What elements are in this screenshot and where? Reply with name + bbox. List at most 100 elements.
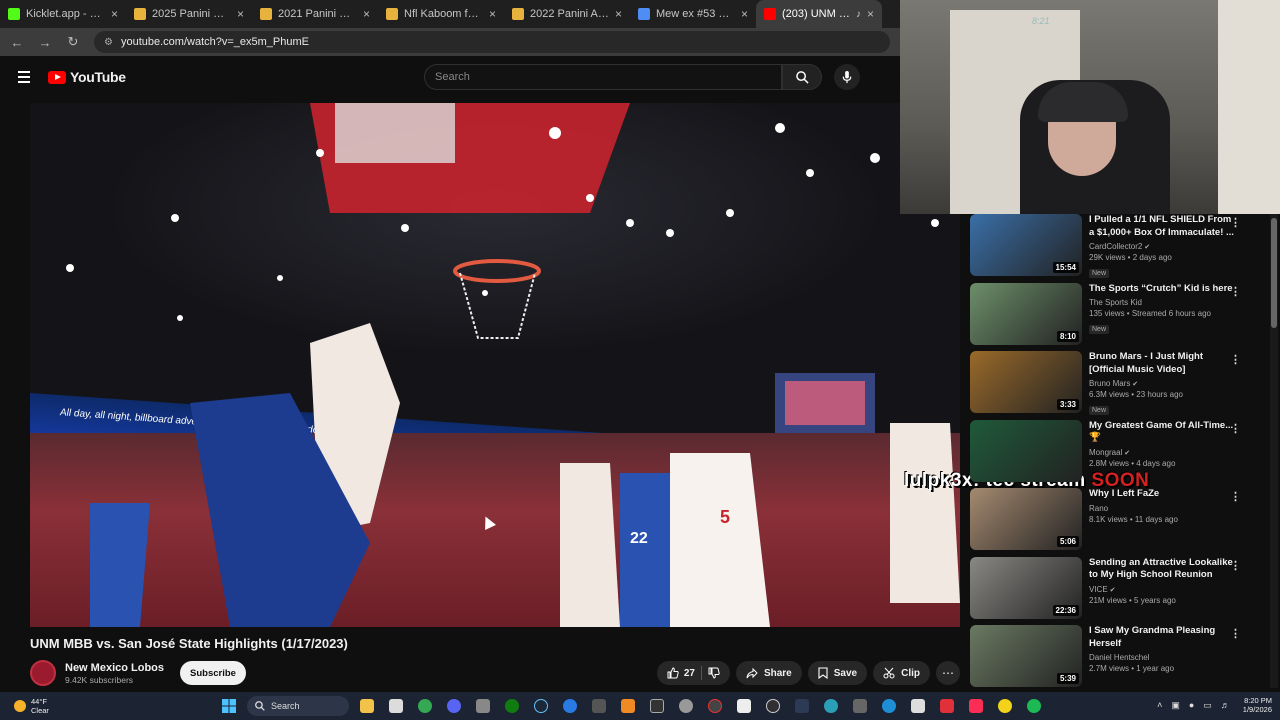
recommendation-thumbnail[interactable]: 3:33 [970,351,1082,413]
browser-tab[interactable]: Mew ex #53 Prices | P × [630,0,756,28]
volume-icon[interactable]: ♬ [1221,700,1230,710]
recommendation-channel-name[interactable]: Daniel Hentschel [1089,653,1149,662]
notes-icon[interactable] [907,696,929,716]
recommendation-item[interactable]: My Greatest Game Of All-Time... 🏆 Mongraa… [970,419,1270,489]
taskbar-clock[interactable]: 8:20 PM 1/9/2026 [1243,696,1272,714]
app-red-icon[interactable] [936,696,958,716]
like-button[interactable]: 27 [667,667,695,679]
recommendation-thumbnail[interactable]: 22:36 [970,556,1082,619]
microphone-tray-icon[interactable]: ● [1189,700,1194,710]
recommendation-thumbnail[interactable]: 15:54 [970,214,1082,276]
file-explorer-icon[interactable] [356,696,378,716]
app-dark-icon[interactable] [646,696,668,716]
channel-name[interactable]: New Mexico Lobos [65,662,164,674]
menu-icon[interactable] [18,71,30,83]
recommendation-channel-name[interactable]: Bruno Mars [1089,379,1130,388]
chrome-icon[interactable] [414,696,436,716]
edge-icon[interactable] [878,696,900,716]
site-info-icon[interactable]: ⚙ [104,37,113,48]
tab-close-icon[interactable]: × [489,7,496,21]
app-icon[interactable] [472,696,494,716]
browser-tab[interactable]: Kicklet.app - Kick Chat × [0,0,126,28]
weather-widget[interactable]: 44°F Clear [14,697,214,715]
app-blue-icon[interactable] [559,696,581,716]
display-icon[interactable]: ▭ [1203,700,1212,711]
search-input[interactable]: Search [424,64,782,90]
recommendation-title[interactable]: Bruno Mars - I Just Might [Official Musi… [1089,351,1239,376]
address-bar[interactable]: ⚙ youtube.com/watch?v=_ex5m_PhumE [94,31,890,53]
tab-close-icon[interactable]: × [615,7,622,21]
recommendation-channel-name[interactable]: CardCollector2 [1089,242,1142,251]
back-icon[interactable]: ← [10,35,24,50]
more-actions-button[interactable]: ⋯ [936,661,960,685]
recommendation-channel-name[interactable]: The Sports Kid [1089,298,1142,307]
browser-tab[interactable]: 2022 Panini Absolute × [504,0,630,28]
recommendation-item[interactable]: 22:36 Sending an Attractive Lookalike to … [970,556,1270,626]
recommendation-channel-name[interactable]: VICE [1089,585,1108,594]
browser-tab[interactable]: 2021 Panini NFL Player × [252,0,378,28]
video-player[interactable]: All day, all night, billboard advertisin… [30,103,960,627]
app-stripes-icon[interactable] [849,696,871,716]
music-icon[interactable] [965,696,987,716]
tab-close-icon[interactable]: × [867,7,874,21]
start-button[interactable] [218,696,240,716]
share-button[interactable]: Share [735,661,802,685]
app-white-icon[interactable] [733,696,755,716]
subscribe-button[interactable]: Subscribe [180,661,246,685]
recommendation-title[interactable]: I Saw My Grandma Pleasing Herself [1089,625,1239,650]
app-orange-icon[interactable] [617,696,639,716]
recommendation-title[interactable]: My Greatest Game Of All-Time... 🏆 [1089,420,1239,445]
recommendation-thumbnail[interactable] [970,419,1082,482]
sidebar-scrollbar[interactable] [1270,214,1278,688]
youtube-logo[interactable]: YouTube [48,69,126,85]
app-grid-icon[interactable] [588,696,610,716]
chevron-up-icon[interactable]: ˄ [1157,700,1162,710]
tab-close-icon[interactable]: × [741,7,748,21]
more-options-icon[interactable]: ⋮ [1230,490,1241,503]
tab-close-icon[interactable]: × [237,7,244,21]
tab-close-icon[interactable]: × [111,7,118,21]
more-options-icon[interactable]: ⋮ [1230,285,1241,298]
xbox-icon[interactable] [501,696,523,716]
more-options-icon[interactable]: ⋮ [1230,627,1241,640]
recommendation-thumbnail[interactable]: 5:06 [970,488,1082,550]
recommendation-item[interactable]: 8:10 The Sports “Crutch” Kid is here The S… [970,282,1270,352]
steam-icon[interactable] [530,696,552,716]
voice-search-button[interactable] [834,64,860,90]
network-icon[interactable]: ▣ [1171,700,1180,711]
browser-tab[interactable]: Nfl Kaboom for sale | × [378,0,504,28]
reload-icon[interactable]: ↻ [66,34,80,50]
recommendation-title[interactable]: I Pulled a 1/1 NFL SHIELD From a $1,000+… [1089,214,1239,239]
recommendation-channel-name[interactable]: Mongraal [1089,448,1122,457]
recommendation-item[interactable]: 5:06 Why I Left FaZe Rano 8.1K views • 11 d… [970,488,1270,557]
more-options-icon[interactable]: ⋮ [1230,422,1241,435]
recommendation-title[interactable]: Why I Left FaZe [1089,488,1239,501]
recommendation-title[interactable]: Sending an Attractive Lookalike to My Hi… [1089,557,1239,582]
thumbs-down-icon[interactable] [708,667,720,679]
store-icon[interactable] [385,696,407,716]
recommendation-title[interactable]: The Sports “Crutch” Kid is here [1089,283,1239,296]
app-4k-icon[interactable] [791,696,813,716]
tab-close-icon[interactable]: × [363,7,370,21]
browser-tab[interactable]: 2025 Panini Revolution × [126,0,252,28]
more-options-icon[interactable]: ⋮ [1230,216,1241,229]
app-yellow-icon[interactable] [994,696,1016,716]
taskbar-search[interactable]: Search [247,696,349,716]
app-red-dot-icon[interactable] [704,696,726,716]
clip-button[interactable]: Clip [873,661,930,685]
scrollbar-thumb[interactable] [1271,218,1277,328]
tab-audio-icon[interactable]: ♪ [856,9,861,20]
spotify-icon[interactable] [1023,696,1045,716]
recommendation-thumbnail[interactable]: 5:39 [970,625,1082,687]
settings-icon[interactable] [675,696,697,716]
save-button[interactable]: Save [807,661,868,685]
search-button[interactable] [782,64,822,90]
discord-icon[interactable] [443,696,465,716]
recommendation-item[interactable]: 15:54 I Pulled a 1/1 NFL SHIELD From a $1… [970,214,1270,283]
recommendation-thumbnail[interactable]: 8:10 [970,282,1082,345]
recommendation-item[interactable]: 3:33 Bruno Mars - I Just Might [Official … [970,351,1270,420]
forward-icon[interactable]: → [38,35,52,50]
app-teal-icon[interactable] [820,696,842,716]
recommendation-item[interactable]: 5:39 I Saw My Grandma Pleasing Herself Dan… [970,625,1270,688]
channel-avatar[interactable] [30,660,56,686]
